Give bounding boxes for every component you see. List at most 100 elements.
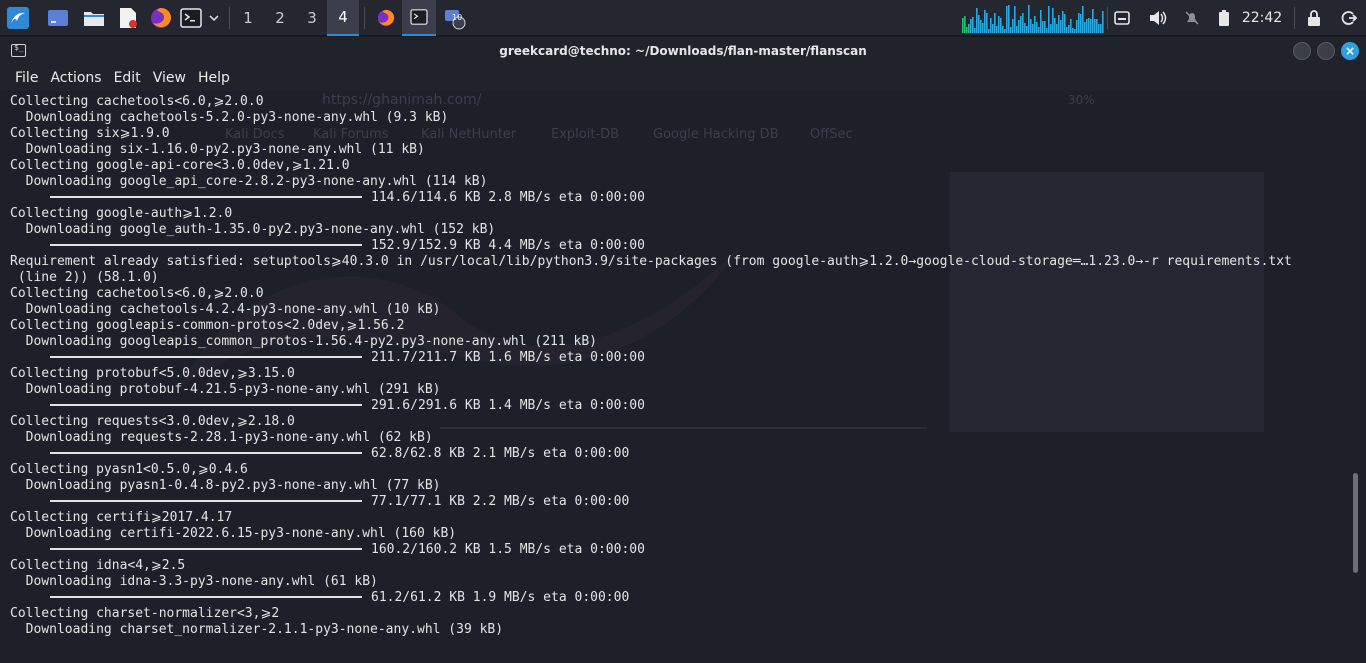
cpu-graph-bar: [990, 18, 992, 33]
cpu-graph-bar: [1074, 29, 1076, 33]
terminal-task-icon[interactable]: [402, 0, 436, 36]
desktop-icon[interactable]: [44, 0, 72, 36]
progress-line: 77.1/77.1 KB 2.2 MB/s eta 0:00:00: [10, 494, 1350, 510]
output-line: Downloading googleapis_common_protos-1.5…: [10, 334, 1350, 350]
workspace-1[interactable]: 1: [232, 0, 264, 36]
output-line: Collecting google-auth⩾1.2.0: [10, 206, 1350, 222]
output-line: Collecting six⩾1.9.0: [10, 126, 1350, 142]
taskbar-separator: [1107, 7, 1108, 29]
cpu-graph-bar: [1054, 18, 1056, 33]
cpu-graph-bar: [966, 27, 968, 33]
menu-file[interactable]: File: [9, 65, 44, 91]
cpu-graph-bar: [996, 26, 998, 33]
cpu-graph-bar: [1042, 21, 1044, 33]
progress-bar: [50, 403, 362, 406]
progress-bar: [50, 355, 362, 358]
cpu-graph-bar: [1084, 22, 1086, 33]
window-titlebar[interactable]: $_ greekcard@techno: ~/Downloads/flan-ma…: [0, 37, 1366, 65]
cpu-graph-bar: [1010, 27, 1012, 33]
cpu-graph-bar: [1100, 24, 1102, 33]
line-text: Collecting cachetools<6.0,⩾2.0.0: [10, 94, 264, 109]
cpu-graph-bar: [1096, 19, 1098, 33]
minimize-button[interactable]: [1293, 42, 1311, 60]
cpu-graph-bar: [1080, 14, 1082, 33]
output-line: Collecting idna<4,⩾2.5: [10, 558, 1350, 574]
clock[interactable]: 22:42: [1236, 0, 1288, 36]
line-text: Downloading charset_normalizer-2.1.1-py3…: [10, 622, 504, 637]
progress-bar: [50, 499, 362, 502]
line-text: Downloading google_auth-1.35.0-py2.py3-n…: [10, 222, 496, 237]
firefox-task-icon[interactable]: [371, 0, 401, 36]
volume-icon[interactable]: [1146, 0, 1170, 36]
logout-icon[interactable]: [1336, 0, 1362, 36]
output-line: Downloading protobuf-4.21.5-py3-none-any…: [10, 382, 1350, 398]
progress-text: 160.2/160.2 KB 1.5 MB/s eta 0:00:00: [371, 542, 645, 557]
cpu-graph-bar: [1050, 24, 1052, 33]
notifications-muted-icon[interactable]: [1180, 0, 1204, 36]
progress-bar: [50, 243, 362, 246]
progress-text: 62.8/62.8 KB 2.1 MB/s eta 0:00:00: [371, 446, 630, 461]
terminal-scrollbar[interactable]: [1353, 473, 1358, 573]
line-text: (line 2)) (58.1.0): [10, 270, 159, 285]
menu-help[interactable]: Help: [192, 65, 236, 91]
cpu-graph-bar: [1012, 19, 1014, 33]
line-text: Downloading cachetools-4.2.4-py3-none-an…: [10, 302, 441, 317]
progress-bar: [50, 195, 362, 198]
cpu-graph-bar: [1052, 8, 1054, 33]
line-text: Collecting cachetools<6.0,⩾2.0.0: [10, 286, 264, 301]
cpu-graph-bar: [1044, 21, 1046, 33]
chevron-down-icon[interactable]: [205, 0, 223, 36]
lock-icon[interactable]: [1302, 0, 1326, 36]
line-text: Downloading googleapis_common_protos-1.5…: [10, 334, 597, 349]
line-text: Collecting requests<3.0.0dev,⩾2.18.0: [10, 414, 295, 429]
line-text: Downloading six-1.16.0-py2.py3-none-any.…: [10, 142, 425, 157]
workspace-3[interactable]: 3: [296, 0, 328, 36]
line-text: Collecting google-auth⩾1.2.0: [10, 206, 233, 221]
menu-edit[interactable]: Edit: [108, 65, 147, 91]
output-line: Collecting googleapis-common-protos<2.0d…: [10, 318, 1350, 334]
progress-bar: [50, 451, 362, 454]
progress-line: 114.6/114.6 KB 2.8 MB/s eta 0:00:00: [10, 190, 1350, 206]
cpu-graph-bar: [972, 17, 974, 33]
workspace-2[interactable]: 2: [264, 0, 296, 36]
line-text: Collecting google-api-core<3.0.0dev,⩾1.2…: [10, 158, 350, 173]
terminal-output[interactable]: Collecting cachetools<6.0,⩾2.0.0 Downloa…: [10, 94, 1350, 662]
cpu-graph-bar: [1030, 19, 1032, 33]
menu-view[interactable]: View: [147, 65, 192, 91]
cpu-graph-bar: [964, 16, 966, 33]
terminal-icon[interactable]: [177, 0, 205, 36]
clipboard-icon[interactable]: [1110, 0, 1134, 36]
menu-bar: File Actions Edit View Help: [0, 65, 1366, 91]
close-button[interactable]: ×: [1341, 42, 1359, 60]
cpu-graph-bar: [1048, 6, 1050, 33]
window-title: greekcard@techno: ~/Downloads/flan-maste…: [499, 44, 867, 58]
line-text: Requirement already satisfied: setuptool…: [10, 254, 1292, 269]
app-task-icon[interactable]: 10: [440, 0, 470, 36]
line-text: Collecting six⩾1.9.0: [10, 126, 170, 141]
cpu-graph-bar: [1038, 27, 1040, 33]
file-manager-icon[interactable]: [80, 0, 108, 36]
maximize-button[interactable]: [1317, 42, 1335, 60]
output-line: Downloading certifi-2022.6.15-py3-none-a…: [10, 526, 1350, 542]
cpu-graph-bar: [1006, 6, 1008, 33]
text-editor-icon[interactable]: [114, 0, 142, 36]
menu-actions[interactable]: Actions: [44, 65, 107, 91]
output-line: (line 2)) (58.1.0): [10, 270, 1350, 286]
cpu-graph-bar: [1024, 23, 1026, 33]
line-text: Collecting googleapis-common-protos<2.0d…: [10, 318, 405, 333]
workspace-4[interactable]: 4: [327, 0, 359, 36]
cpu-graph-bar: [1040, 10, 1042, 33]
cpu-graph-bar: [1002, 26, 1004, 33]
output-line: Downloading idna-3.3-py3-none-any.whl (6…: [10, 574, 1350, 590]
cpu-graph-bar: [1020, 16, 1022, 33]
output-line: Downloading six-1.16.0-py2.py3-none-any.…: [10, 142, 1350, 158]
firefox-icon[interactable]: [147, 0, 175, 36]
cpu-graph-bar: [1018, 20, 1020, 33]
cpu-graph-bar: [1102, 11, 1104, 33]
cpu-graph-bar: [1064, 14, 1066, 33]
kali-menu-icon[interactable]: [2, 0, 34, 36]
output-line: Collecting pyasn1<0.5.0,⩾0.4.6: [10, 462, 1350, 478]
cpu-graph-bar: [1016, 26, 1018, 33]
output-line: Collecting certifi⩾2017.4.17: [10, 510, 1350, 526]
taskbar: 1 2 3 4 10 22:42: [0, 0, 1366, 36]
